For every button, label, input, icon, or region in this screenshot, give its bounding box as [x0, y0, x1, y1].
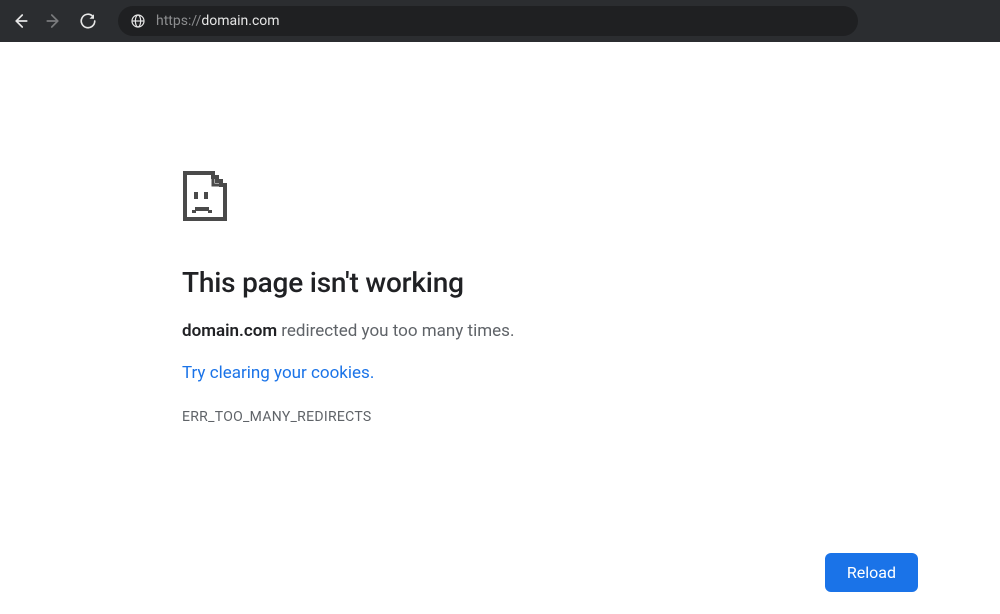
address-bar[interactable]: https://domain.com [118, 6, 858, 36]
reload-button[interactable]: Reload [825, 553, 918, 592]
url-text: https://domain.com [156, 13, 280, 29]
clear-cookies-link[interactable]: Try clearing your cookies. [182, 363, 374, 383]
forward-button[interactable] [44, 11, 64, 31]
error-message-suffix: redirected you too many times. [277, 321, 514, 341]
url-host: domain.com [201, 13, 279, 29]
sad-file-icon [182, 170, 1000, 226]
error-message: domain.com redirected you too many times… [182, 321, 1000, 341]
error-page-content: This page isn't working domain.com redir… [0, 42, 1000, 614]
reload-icon[interactable] [78, 11, 98, 31]
error-code: ERR_TOO_MANY_REDIRECTS [182, 409, 1000, 425]
globe-icon [130, 13, 146, 29]
error-heading: This page isn't working [182, 266, 1000, 299]
back-button[interactable] [10, 11, 30, 31]
browser-toolbar: https://domain.com [0, 0, 1000, 42]
url-scheme: https:// [156, 13, 201, 29]
error-domain: domain.com [182, 321, 277, 341]
